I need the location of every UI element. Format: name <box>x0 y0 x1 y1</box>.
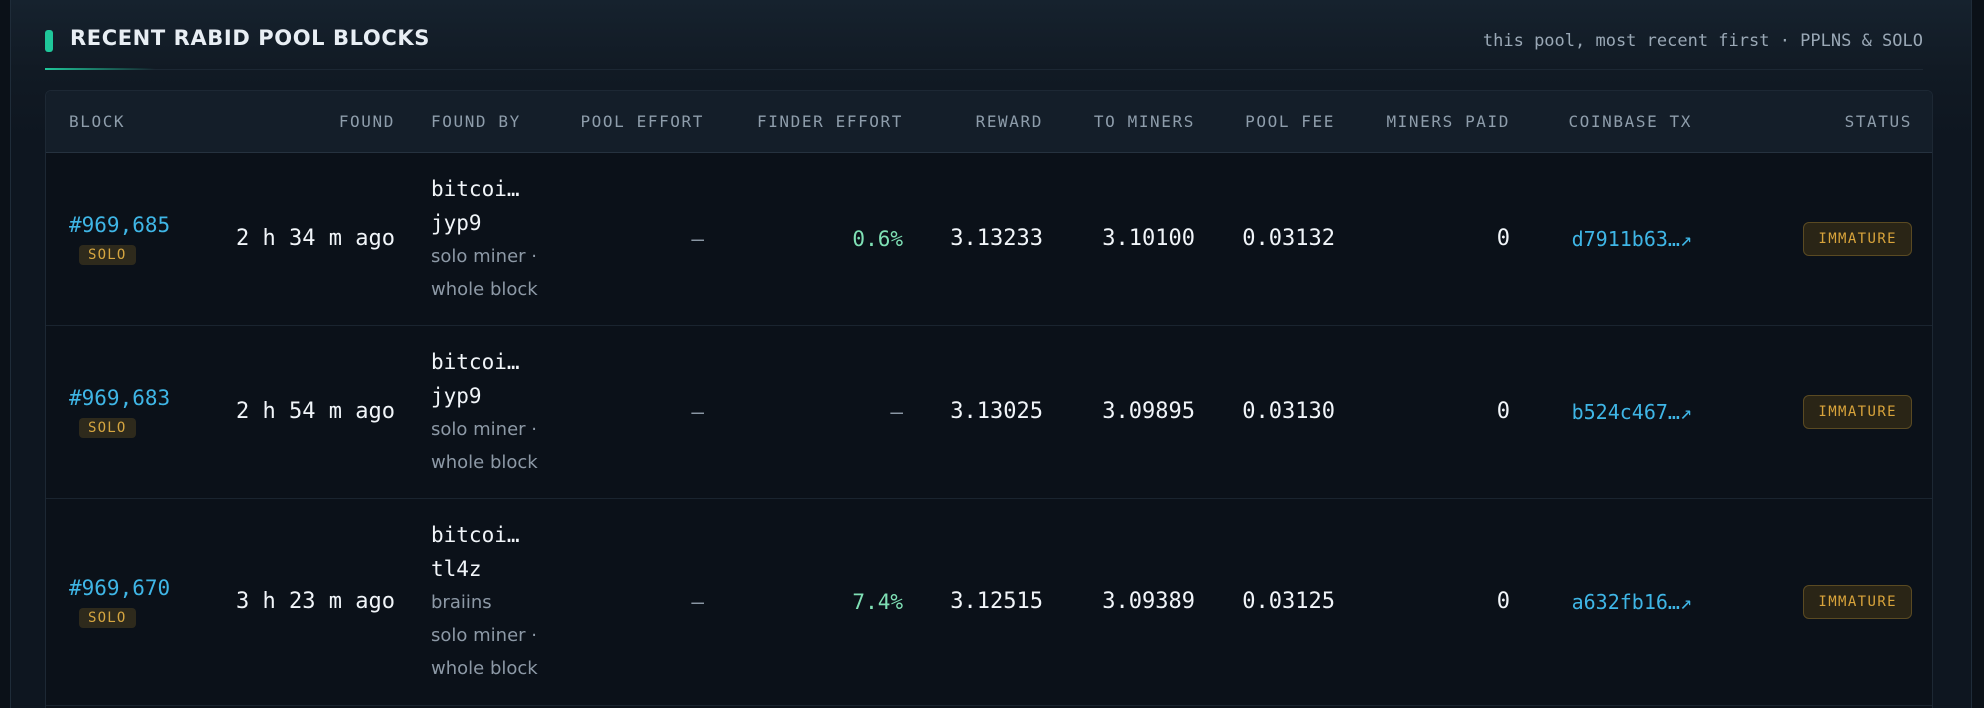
col-header-miners-paid[interactable]: MINERS PAID <box>1335 91 1510 153</box>
status-cell: IMMATURE <box>1692 152 1932 326</box>
finder-desc: whole block <box>431 451 538 473</box>
finder-desc: solo miner · <box>431 625 537 646</box>
finder-effort: 7.4% <box>704 498 903 706</box>
table-row: #969,670 SOLO 3 h 23 m ago bitcoi… tl4z … <box>46 498 1932 706</box>
finder-name-line1: bitcoi… <box>431 349 520 374</box>
found-by-cell: bitcoi… tl4z braiins solo miner · whole … <box>407 498 542 706</box>
finder-name-line1: bitcoi… <box>431 176 520 201</box>
pool-fee: 0.03132 <box>1195 152 1335 326</box>
pool-effort: — <box>542 152 704 326</box>
coinbase-tx-cell: a632fb16…↗ <box>1510 498 1692 706</box>
col-header-block[interactable]: BLOCK <box>46 91 198 153</box>
pool-fee: 0.03130 <box>1195 325 1335 499</box>
col-header-pool-fee[interactable]: POOL FEE <box>1195 91 1335 153</box>
finder-desc: whole block <box>431 278 538 300</box>
finder-effort: 0.6% <box>704 152 903 326</box>
coinbase-tx-cell: d7911b63…↗ <box>1510 152 1692 326</box>
coinbase-tx-link[interactable]: b524c467…↗ <box>1572 400 1692 424</box>
finder-name-line2: jyp9 <box>431 210 482 235</box>
section-title: RECENT RABID POOL BLOCKS <box>70 26 430 50</box>
col-header-reward[interactable]: REWARD <box>903 91 1043 153</box>
block-cell: #969,670 SOLO <box>46 498 198 706</box>
found-by-cell: bitcoi… jyp9 solo miner · whole block <box>407 152 542 326</box>
pool-effort: — <box>542 498 704 706</box>
miners-paid: 0 <box>1335 152 1510 326</box>
reward: 3.13025 <box>903 325 1043 499</box>
reward: 3.13233 <box>903 152 1043 326</box>
status-badge: IMMATURE <box>1803 584 1912 619</box>
section-subtitle: this pool, most recent first · PPLNS & S… <box>1482 31 1923 51</box>
found-by-cell: bitcoi… jyp9 solo miner · whole block <box>407 325 542 499</box>
mode-badge: SOLO <box>79 417 136 438</box>
coinbase-tx-cell: b524c467…↗ <box>1510 325 1692 499</box>
pool-fee: 0.03125 <box>1195 498 1335 706</box>
finder-desc: whole block <box>431 658 538 679</box>
block-cell: #969,685 SOLO <box>46 152 198 326</box>
blocks-table-container: BLOCK FOUND FOUND BY POOL EFFORT FINDER … <box>45 90 1933 708</box>
title-underline <box>45 68 155 70</box>
status-cell: IMMATURE <box>1692 498 1932 706</box>
col-header-pool-effort[interactable]: POOL EFFORT <box>542 91 704 153</box>
miners-paid: 0 <box>1335 498 1510 706</box>
table-header-row: BLOCK FOUND FOUND BY POOL EFFORT FINDER … <box>46 91 1932 153</box>
reward: 3.12515 <box>903 498 1043 706</box>
coinbase-tx-link[interactable]: a632fb16…↗ <box>1572 590 1692 614</box>
block-cell: #969,683 SOLO <box>46 325 198 499</box>
finder-effort: — <box>704 325 903 499</box>
block-height-link[interactable]: #969,685 <box>69 213 198 237</box>
found-time: 2 h 34 m ago <box>198 152 407 326</box>
title-accent-bar <box>45 30 53 52</box>
blocks-table: BLOCK FOUND FOUND BY POOL EFFORT FINDER … <box>46 91 1932 706</box>
col-header-status[interactable]: STATUS <box>1692 91 1932 153</box>
coinbase-tx-link[interactable]: d7911b63…↗ <box>1572 227 1692 251</box>
to-miners: 3.09895 <box>1043 325 1195 499</box>
finder-desc: braiins <box>431 592 492 613</box>
table-row: #969,685 SOLO 2 h 34 m ago bitcoi… jyp9 … <box>46 152 1932 326</box>
table-row: #969,683 SOLO 2 h 54 m ago bitcoi… jyp9 … <box>46 325 1932 499</box>
finder-desc: solo miner · <box>431 245 537 267</box>
block-height-link[interactable]: #969,683 <box>69 386 198 410</box>
finder-desc: solo miner · <box>431 418 537 440</box>
finder-name-line2: jyp9 <box>431 383 482 408</box>
finder-name-line1: bitcoi… <box>431 523 520 547</box>
col-header-to-miners[interactable]: TO MINERS <box>1043 91 1195 153</box>
col-header-finder-effort[interactable]: FINDER EFFORT <box>704 91 903 153</box>
section-header: RECENT RABID POOL BLOCKS this pool, most… <box>45 22 1923 70</box>
blocks-panel: RECENT RABID POOL BLOCKS this pool, most… <box>10 0 1972 708</box>
header-divider <box>45 69 1923 70</box>
col-header-found-by[interactable]: FOUND BY <box>407 91 542 153</box>
status-cell: IMMATURE <box>1692 325 1932 499</box>
to-miners: 3.09389 <box>1043 498 1195 706</box>
found-time: 3 h 23 m ago <box>198 498 407 706</box>
found-time: 2 h 54 m ago <box>198 325 407 499</box>
mode-badge: SOLO <box>79 607 136 628</box>
status-badge: IMMATURE <box>1803 394 1912 429</box>
pool-effort: — <box>542 325 704 499</box>
to-miners: 3.10100 <box>1043 152 1195 326</box>
status-badge: IMMATURE <box>1803 221 1912 256</box>
col-header-found[interactable]: FOUND <box>198 91 407 153</box>
col-header-coinbase-tx[interactable]: COINBASE TX <box>1510 91 1692 153</box>
finder-name-line2: tl4z <box>431 557 482 581</box>
mode-badge: SOLO <box>79 244 136 265</box>
miners-paid: 0 <box>1335 325 1510 499</box>
block-height-link[interactable]: #969,670 <box>69 576 198 600</box>
